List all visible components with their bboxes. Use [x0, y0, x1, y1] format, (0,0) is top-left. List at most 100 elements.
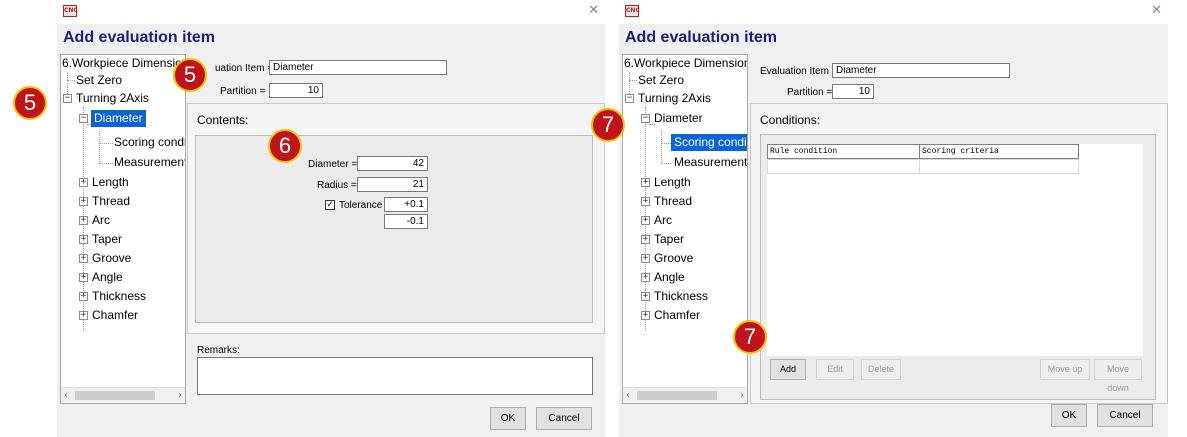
expand-icon[interactable]: +: [79, 311, 88, 320]
tree-item-length[interactable]: Length: [92, 174, 129, 191]
scroll-right-arrow-icon[interactable]: ›: [178, 388, 182, 403]
scroll-left-arrow-icon[interactable]: ‹: [64, 388, 68, 403]
expand-icon[interactable]: +: [641, 216, 650, 225]
tree-item-label: 6.Workpiece Dimension: [62, 56, 186, 70]
tree-item-label: Diameter: [654, 111, 703, 125]
ok-button[interactable]: OK: [1051, 404, 1087, 427]
tree-item-thickness[interactable]: Thickness: [654, 288, 708, 305]
tree-item-diameter[interactable]: Diameter: [91, 110, 146, 127]
tree-horizontal-scrollbar[interactable]: ‹ ›: [61, 387, 185, 403]
expand-icon[interactable]: +: [79, 178, 88, 187]
tree-item-workpiece-dimension[interactable]: 6.Workpiece Dimension: [62, 55, 186, 72]
expand-icon[interactable]: +: [79, 292, 88, 301]
expand-icon[interactable]: +: [79, 254, 88, 263]
delete-button[interactable]: Delete: [861, 359, 901, 380]
tolerance-plus-input[interactable]: +0.1: [384, 197, 428, 212]
expand-icon[interactable]: +: [641, 178, 650, 187]
add-evaluation-dialog-left: CNC ✕ Add evaluation item 6.Workpiece Di…: [57, 0, 605, 437]
tree-item-length[interactable]: Length: [654, 174, 691, 191]
expand-icon[interactable]: +: [641, 254, 650, 263]
tree-item-label: Chamfer: [654, 308, 701, 322]
tree-item-set-zero[interactable]: Set Zero: [76, 72, 122, 89]
cnc-app-icon: CNC: [625, 5, 640, 17]
tree-item-turning-2axis[interactable]: Turning 2Axis: [76, 90, 149, 107]
tree-item-label: Taper: [92, 232, 123, 246]
tree-item-set-zero[interactable]: Set Zero: [638, 72, 684, 89]
move-up-button[interactable]: Move up: [1040, 359, 1090, 380]
tree-item-angle[interactable]: Angle: [654, 269, 685, 286]
tolerance-checkbox[interactable]: ✓: [325, 200, 335, 210]
tree-item-groove[interactable]: Groove: [654, 250, 693, 267]
tree-item-label: Turning 2Axis: [76, 91, 149, 105]
tree-item-label: Groove: [92, 251, 132, 265]
close-icon[interactable]: ✕: [588, 3, 599, 18]
diameter-input[interactable]: 42: [357, 156, 428, 171]
collapse-icon[interactable]: −: [79, 114, 88, 123]
scroll-left-arrow-icon[interactable]: ‹: [626, 388, 630, 403]
tree-item-taper[interactable]: Taper: [92, 231, 122, 248]
tree-item-scoring-conditions[interactable]: Scoring conditio: [114, 134, 185, 151]
tree-item-turning-2axis[interactable]: Turning 2Axis: [638, 90, 711, 107]
ok-button[interactable]: OK: [490, 407, 526, 430]
expand-icon[interactable]: +: [641, 273, 650, 282]
cancel-button[interactable]: Cancel: [536, 407, 592, 430]
table-cell[interactable]: [919, 159, 1079, 174]
expand-icon[interactable]: +: [79, 197, 88, 206]
collapse-icon[interactable]: −: [625, 94, 634, 103]
tree-item-thickness[interactable]: Thickness: [92, 288, 146, 305]
tree-item-angle[interactable]: Angle: [92, 269, 123, 286]
edit-button[interactable]: Edit: [816, 359, 854, 380]
close-icon[interactable]: ✕: [1151, 3, 1162, 18]
tree-item-measurement[interactable]: Measurement a: [114, 154, 185, 171]
tree-item-thread[interactable]: Thread: [92, 193, 130, 210]
conditions-table[interactable]: Rule condition Scoring criteria: [767, 144, 1143, 356]
title-bar: CNC ✕: [57, 0, 605, 24]
expand-icon[interactable]: +: [79, 273, 88, 282]
tree-item-groove[interactable]: Groove: [92, 250, 131, 267]
tree-item-taper[interactable]: Taper: [654, 231, 684, 248]
evaluation-item-input[interactable]: Diameter: [269, 60, 447, 75]
expand-icon[interactable]: +: [641, 235, 650, 244]
remarks-textarea[interactable]: [197, 357, 593, 395]
step-callout-5-tree: 5: [13, 86, 47, 120]
table-cell[interactable]: [767, 159, 920, 174]
collapse-icon[interactable]: −: [63, 94, 72, 103]
tree-item-thread[interactable]: Thread: [654, 193, 692, 210]
evaluation-item-input[interactable]: Diameter: [832, 63, 1010, 78]
scrollbar-thumb[interactable]: [637, 391, 717, 400]
scrollbar-thumb[interactable]: [75, 391, 155, 400]
tree-item-diameter[interactable]: Diameter: [654, 110, 703, 127]
column-header-scoring-criteria[interactable]: Scoring criteria: [919, 144, 1079, 159]
tree-item-scoring-conditions[interactable]: Scoring conditi: [671, 134, 747, 151]
remarks-label: Remarks:: [197, 345, 240, 356]
tolerance-minus-input[interactable]: -0.1: [384, 214, 428, 229]
expand-icon[interactable]: +: [641, 197, 650, 206]
move-down-button[interactable]: Move down: [1094, 359, 1142, 393]
tree-item-measurement[interactable]: Measurement a: [674, 154, 747, 171]
column-header-rule-condition[interactable]: Rule condition: [767, 144, 920, 159]
partition-input[interactable]: 10: [832, 84, 874, 99]
radius-label: Radius =: [317, 180, 357, 191]
expand-icon[interactable]: +: [79, 216, 88, 225]
cancel-button[interactable]: Cancel: [1097, 404, 1153, 427]
collapse-icon[interactable]: −: [641, 114, 650, 123]
cnc-app-icon: CNC: [63, 5, 78, 17]
tree-item-label: Groove: [654, 251, 694, 265]
tree-item-chamfer[interactable]: Chamfer: [654, 307, 700, 324]
tree-item-workpiece-dimension[interactable]: 6.Workpiece Dimension: [624, 55, 747, 72]
tree-item-arc[interactable]: Arc: [92, 212, 110, 229]
evaluation-tree[interactable]: 6.Workpiece Dimension Set Zero − Turning…: [60, 54, 186, 404]
expand-icon[interactable]: +: [641, 292, 650, 301]
scroll-right-arrow-icon[interactable]: ›: [740, 388, 744, 403]
expand-icon[interactable]: +: [79, 235, 88, 244]
partition-input[interactable]: 10: [269, 83, 323, 98]
tree-horizontal-scrollbar[interactable]: ‹ ›: [623, 387, 747, 403]
tree-item-arc[interactable]: Arc: [654, 212, 672, 229]
radius-input[interactable]: 21: [357, 177, 428, 192]
partition-label: Partition =: [220, 86, 266, 97]
tree-item-label: Length: [92, 175, 129, 189]
tree-item-chamfer[interactable]: Chamfer: [92, 307, 138, 324]
expand-icon[interactable]: +: [641, 311, 650, 320]
add-button[interactable]: Add: [770, 359, 806, 380]
evaluation-tree[interactable]: 6.Workpiece Dimension Set Zero − Turning…: [622, 54, 748, 404]
